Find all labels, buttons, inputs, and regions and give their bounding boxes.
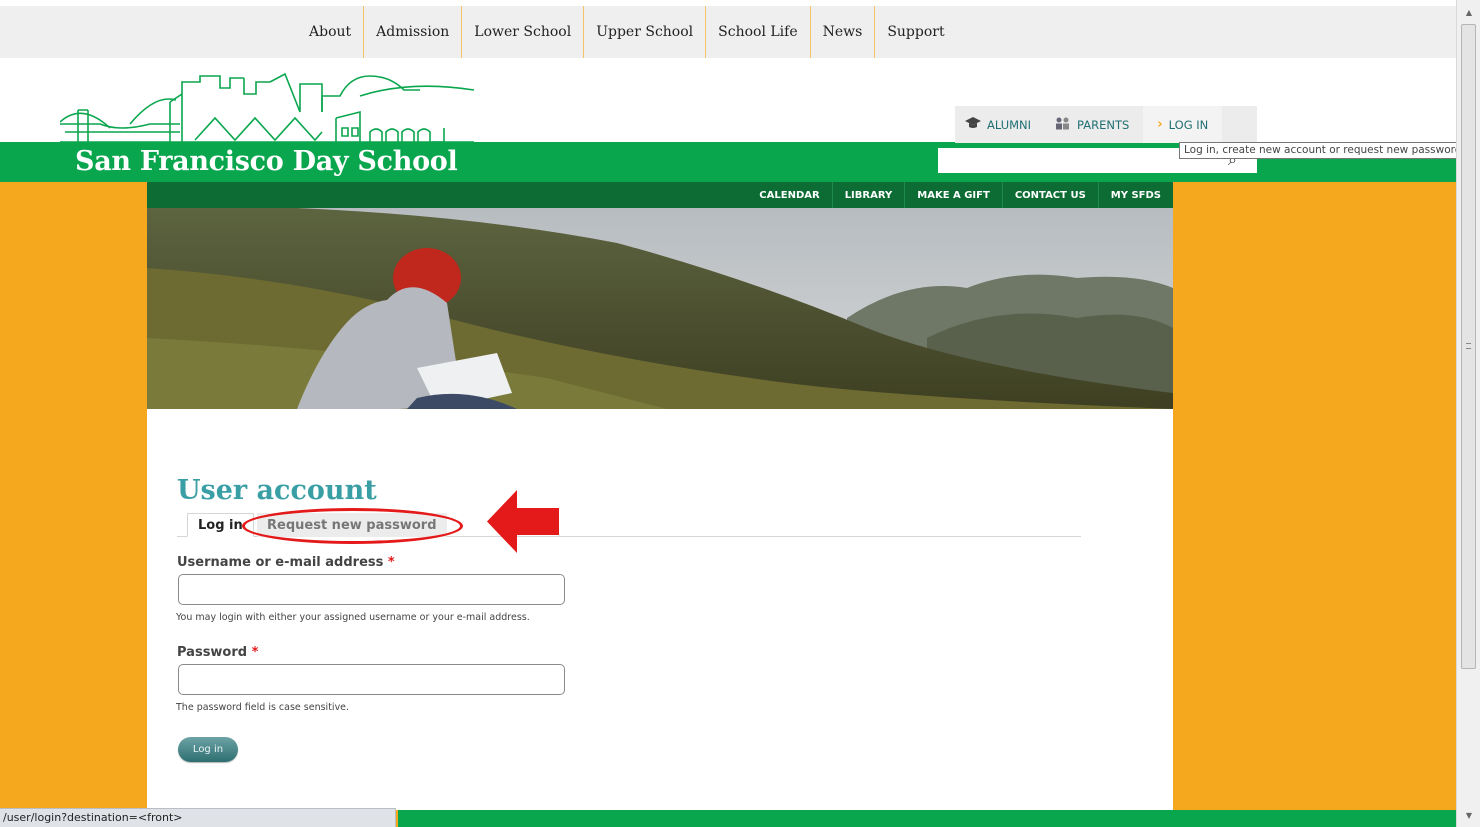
required-marker: * xyxy=(387,555,395,570)
browser-status-bar: /user/login?destination=<front> xyxy=(0,808,396,827)
subnav-calendar[interactable]: CALENDAR xyxy=(747,182,831,208)
nav-item-admission[interactable]: Admission xyxy=(364,6,463,58)
scroll-down-icon[interactable]: ▼ xyxy=(1457,807,1480,823)
nav-item-news[interactable]: News xyxy=(811,6,876,58)
secondary-navigation: CALENDAR LIBRARY MAKE A GIFT CONTACT US … xyxy=(147,182,1173,208)
nav-item-upper-school[interactable]: Upper School xyxy=(584,6,707,58)
school-logo-skyline[interactable] xyxy=(60,72,474,148)
grip-icon xyxy=(1466,343,1471,349)
annotation-arrow-icon xyxy=(487,490,559,553)
alumni-link[interactable]: ALUMNI xyxy=(955,106,1045,143)
parents-link[interactable]: PARENTS xyxy=(1045,106,1143,143)
subnav-contact-us[interactable]: CONTACT US xyxy=(1001,182,1098,208)
school-name-wordmark[interactable]: San Francisco Day School xyxy=(75,146,458,177)
main-content: User account Log in Request new password… xyxy=(147,409,1173,810)
subnav-make-a-gift[interactable]: MAKE A GIFT xyxy=(904,182,1002,208)
top-navigation: About Admission Lower School Upper Schoo… xyxy=(0,0,1456,58)
annotation-ellipse xyxy=(242,508,463,544)
username-label-text: Username or e-mail address xyxy=(177,555,384,570)
nav-item-about[interactable]: About xyxy=(297,6,365,58)
scroll-up-icon[interactable]: ▲ xyxy=(1457,4,1480,20)
login-link[interactable]: › LOG IN xyxy=(1143,106,1223,143)
chevron-right-icon: › xyxy=(1157,117,1163,132)
hero-image xyxy=(147,208,1173,409)
parents-icon xyxy=(1055,117,1071,133)
nav-item-support[interactable]: Support xyxy=(875,6,956,58)
graduation-cap-icon xyxy=(965,117,981,132)
page-title: User account xyxy=(177,475,377,506)
subnav-library[interactable]: LIBRARY xyxy=(831,182,905,208)
subnav-my-sfds[interactable]: MY SFDS xyxy=(1097,182,1173,208)
log-in-button[interactable]: Log in xyxy=(178,737,238,762)
username-input[interactable] xyxy=(178,574,565,605)
utility-links: ALUMNI PARENTS › LOG IN xyxy=(955,106,1257,143)
alumni-label: ALUMNI xyxy=(987,117,1032,132)
nav-item-school-life[interactable]: School Life xyxy=(706,6,811,58)
password-label-text: Password xyxy=(177,645,248,660)
parents-label: PARENTS xyxy=(1077,117,1130,132)
nav-item-lower-school[interactable]: Lower School xyxy=(462,6,585,58)
password-label: Password * xyxy=(177,645,258,660)
footer-band xyxy=(398,810,1456,827)
login-label: LOG IN xyxy=(1168,117,1209,132)
vertical-scrollbar[interactable]: ▲ ▼ xyxy=(1456,0,1480,827)
login-tooltip: Log in, create new account or request ne… xyxy=(1179,142,1470,159)
password-help: The password field is case sensitive. xyxy=(176,702,350,713)
password-input[interactable] xyxy=(178,664,565,695)
username-label: Username or e-mail address * xyxy=(177,555,395,570)
scroll-thumb[interactable] xyxy=(1461,24,1476,669)
username-help: You may login with either your assigned … xyxy=(176,612,530,623)
required-marker: * xyxy=(251,645,259,660)
